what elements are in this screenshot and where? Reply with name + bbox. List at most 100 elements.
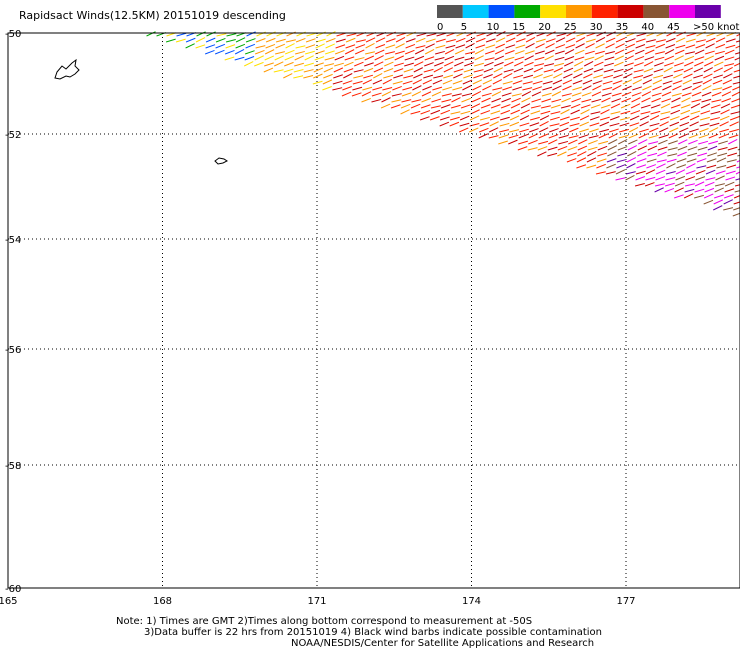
wind-barb [371,98,382,103]
wind-barb [235,37,246,43]
wind-barb [701,91,712,97]
wind-barb [562,79,573,85]
wind-barb [245,43,256,49]
wind-barb [707,152,718,157]
wind-barb [344,49,355,55]
wind-barb [432,86,443,91]
wind-barb [696,158,707,163]
wind-barb [653,68,664,73]
wind-barb [683,67,694,73]
wind-barb [643,68,654,73]
wind-barb [664,48,675,55]
wind-barb [443,67,454,73]
wind-barb [682,79,693,85]
island-outline-large [54,58,80,80]
wind-barb [635,170,646,175]
wind-barb [518,133,529,139]
wind-barb [685,51,696,55]
wind-barb [342,86,352,91]
wind-barb [693,67,704,73]
wind-barb [678,139,688,145]
wind-barb [322,79,333,85]
wind-barb [401,99,412,103]
wind-barb [470,103,481,109]
wind-barb [493,67,503,73]
wind-barb [205,37,216,43]
wind-barb [430,105,441,109]
wind-barb [498,134,509,139]
wind-barb [736,166,740,169]
wind-barb [405,38,416,43]
wind-barb [726,159,737,163]
longitude-tick-label: 165 [0,596,18,607]
wind-barb [482,79,493,85]
wind-barb [730,111,740,115]
wind-barb [590,104,601,109]
wind-barb [603,68,614,73]
wind-barb [702,85,712,91]
wind-barb [354,57,365,61]
wind-barb [423,68,434,73]
wind-barb [595,37,606,43]
wind-barb [572,80,583,85]
wind-barb [712,87,723,91]
wind-barb [614,55,625,61]
wind-barb [559,121,570,127]
wind-barb [510,103,521,109]
wind-barb [644,61,654,67]
wind-barb [584,56,595,61]
wind-barb [704,55,715,61]
wind-barb [552,85,562,91]
wind-barb [680,109,691,115]
wind-barb [699,116,710,121]
wind-barb [717,147,728,151]
wind-barb [529,128,539,133]
wind-barb [353,75,364,79]
wind-barb [519,115,530,121]
wind-barb [577,145,588,151]
wind-barb [402,86,413,91]
wind-barb [635,176,646,181]
wind-barb [195,44,206,49]
wind-barb [512,80,523,85]
wind-barb [245,38,256,43]
wind-barb [612,80,623,85]
wind-barb [719,121,729,127]
wind-barb [345,44,356,49]
wind-barb [602,86,613,91]
wind-barb [613,68,624,73]
wind-barb [601,97,611,103]
wind-barb [699,123,710,127]
wind-barb [705,37,716,43]
wind-barb [655,51,665,55]
wind-barb [484,61,494,67]
wind-barb [555,37,566,43]
wind-barb [535,38,546,43]
wind-barb [314,56,325,61]
wind-barb [410,103,421,109]
wind-barb [599,116,610,121]
wind-barb [606,158,617,163]
color-scale-tick-label: 45 [667,22,680,33]
wind-barb [381,91,392,97]
wind-barb [633,69,644,73]
wind-barb [728,139,738,145]
wind-barb [734,190,740,193]
wind-barb [559,116,570,121]
wind-barb [631,97,641,103]
wind-barb [472,79,483,85]
wind-barb [735,40,740,43]
wind-barb [415,45,426,49]
wind-barb [525,43,535,49]
wind-barb [729,128,739,133]
wind-barb [651,97,661,103]
wind-barb [731,98,740,103]
wind-barb [663,66,673,73]
wind-barb [716,165,727,169]
wind-barb [394,62,404,67]
wind-barb [692,84,702,91]
wind-barb [485,44,496,49]
wind-barb [673,68,684,73]
wind-barb [660,111,671,115]
wind-barb [575,37,586,43]
